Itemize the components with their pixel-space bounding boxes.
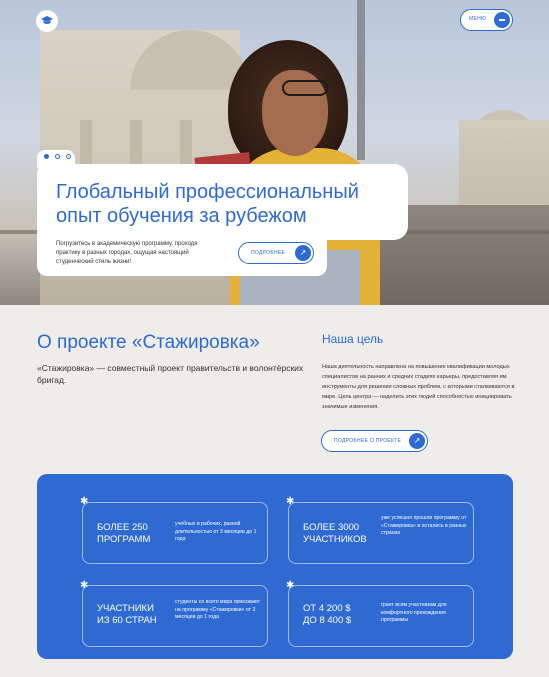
stat-description: грант всем участникам для комфортного пр…	[381, 602, 447, 623]
slider-dot-1[interactable]	[44, 154, 49, 159]
about-text: «Стажировка» — совместный проект правите…	[37, 363, 304, 385]
about-title: О проекте «Стажировка»	[37, 332, 260, 353]
stat-card-countries: УЧАСТНИКИ ИЗ 60 СТРАН студенты со всего …	[82, 585, 268, 647]
logo[interactable]	[36, 10, 58, 32]
lamp-pole	[357, 0, 365, 160]
project-more-label: ПОДРОБНЕЕ О ПРОЕКТЕ	[334, 437, 402, 444]
hamburger-icon	[494, 12, 510, 28]
graduation-cap-icon	[41, 16, 53, 24]
stat-description: учебных и рабочих, разной длительностью …	[175, 521, 257, 542]
stat-big-line: УЧАСТНИКОВ	[303, 534, 367, 545]
arrow-up-right-icon: ↗	[409, 433, 425, 449]
hero-description: Погрузитесь в академическую программу, п…	[56, 241, 198, 265]
stat-big-line: УЧАСТНИКИ	[97, 603, 154, 614]
slider-dots	[44, 154, 71, 159]
stat-big-line: БОЛЕЕ 3000	[303, 522, 360, 533]
slider-dot-3[interactable]	[66, 154, 71, 159]
stat-big: УЧАСТНИКИ ИЗ 60 СТРАН	[97, 603, 157, 627]
stat-card-grant: ОТ 4 200 $ ДО 8 400 $ грант всем участни…	[288, 585, 474, 647]
hero-title-line: опыт обучения за рубежом	[56, 205, 307, 227]
stat-big-line: ПРОГРАММ	[97, 534, 151, 545]
stat-big-line: ИЗ 60 СТРАН	[97, 615, 157, 626]
slider-dot-2[interactable]	[55, 154, 60, 159]
arrow-up-right-icon: ↗	[295, 245, 311, 261]
menu-label: МЕНЮ	[469, 16, 487, 22]
stat-big: БОЛЕЕ 250 ПРОГРАММ	[97, 522, 150, 546]
stat-card-programs: БОЛЕЕ 250 ПРОГРАММ учебных и рабочих, ра…	[82, 502, 268, 564]
stat-description: уже успешно прошли программу от «Стажиро…	[381, 515, 467, 536]
stat-big-line: БОЛЕЕ 250	[97, 522, 148, 533]
hero-banner: МЕНЮ Глобальный профессиональный опыт об…	[0, 0, 549, 305]
hero-more-button[interactable]: ПОДРОБНЕЕ ↗	[238, 242, 314, 264]
stat-big-line: ДО 8 400 $	[303, 615, 352, 626]
goal-title: Наша цель	[322, 332, 384, 346]
stat-big-line: ОТ 4 200 $	[303, 603, 351, 614]
stat-card-participants: БОЛЕЕ 3000 УЧАСТНИКОВ уже успешно прошли…	[288, 502, 474, 564]
stat-big: ОТ 4 200 $ ДО 8 400 $	[303, 603, 351, 627]
hero-more-label: ПОДРОБНЕЕ	[251, 249, 286, 256]
hero-title: Глобальный профессиональный опыт обучени…	[56, 180, 396, 228]
stats-panel: ✱ БОЛЕЕ 250 ПРОГРАММ учебных и рабочих, …	[37, 474, 513, 659]
hero-title-line: Глобальный профессиональный	[56, 181, 359, 203]
goal-text: Наша деятельность направлена на повышени…	[322, 364, 515, 410]
stat-big: БОЛЕЕ 3000 УЧАСТНИКОВ	[303, 522, 367, 546]
stat-description: студенты со всего мира приезжают на прог…	[175, 599, 260, 620]
person-glasses	[282, 80, 328, 96]
project-more-button[interactable]: ПОДРОБНЕЕ О ПРОЕКТЕ ↗	[321, 430, 428, 452]
menu-button[interactable]: МЕНЮ	[460, 9, 513, 31]
